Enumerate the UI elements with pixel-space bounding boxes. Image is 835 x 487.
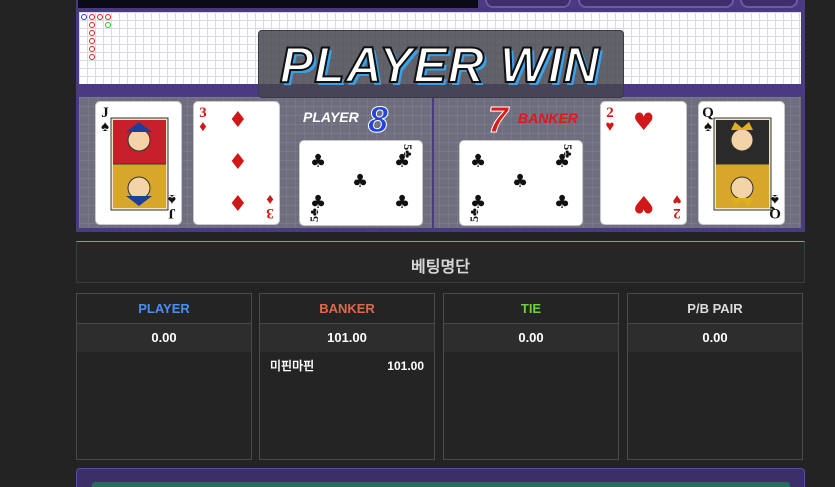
bet-column-header: TIE [444,294,618,324]
table-divider [432,88,434,230]
road-marker-banker [89,14,95,20]
bet-entry-user: 미핀마핀 [270,359,315,373]
player-score: 8 [367,99,389,141]
road-marker-banker [105,14,111,20]
road-marker-banker [89,38,95,44]
road-marker-player [81,14,87,20]
banker-card-2: 2 ♥ ♥ ♥ 2 ♥ [600,101,687,225]
banker-card-3: Q ♠ Q ♠ [698,101,785,225]
bet-column-header: PLAYER [77,294,251,324]
player-card-3: 5♣ ♣ ♣ ♣ ♣ ♣ 5♣ [299,140,423,226]
banker-label: BANKER [518,110,578,126]
road-marker-banker [89,22,95,28]
result-banner-text: PLAYER WIN [279,36,601,94]
top-tab-1[interactable] [485,0,571,8]
bet-column-pair: P/B PAIR 0.00 [627,293,803,460]
player-card-2: 3 ♦ ♦ ♦ ♦ 3 ♦ [193,101,280,225]
card-table [78,96,802,229]
bet-entry-amount: 101.00 [387,359,424,373]
bet-column-total: 0.00 [444,324,618,352]
player-label: PLAYER [303,109,359,125]
bet-column-banker: BANKER 101.00 미핀마핀 101.00 [259,293,435,460]
bet-column-player: PLAYER 0.00 [76,293,252,460]
road-marker-banker [97,14,103,20]
top-tab-3[interactable] [740,0,798,8]
bet-column-header: P/B PAIR [628,294,802,324]
player-card-1: J ♠ J ♠ [95,101,182,225]
bet-column-total: 0.00 [628,324,802,352]
road-marker-banker [89,30,95,36]
bet-column-tie: TIE 0.00 [443,293,619,460]
banker-card-1: 5♣ ♣ ♣ ♣ ♣ ♣ 5♣ [459,140,583,226]
top-bar [78,0,478,8]
road-marker-banker [89,46,95,52]
bet-list-title: 베팅명단 [411,257,470,276]
bottom-action-bar[interactable] [92,482,790,487]
bet-column-total: 101.00 [260,324,434,352]
bet-column-header: BANKER [260,294,434,324]
banker-score: 7 [487,99,509,141]
bet-entry-row: 미핀마핀 101.00 [260,352,434,380]
road-marker-tie [105,22,111,28]
top-tab-2[interactable] [578,0,734,8]
road-marker-banker [89,54,95,60]
bet-column-total: 0.00 [77,324,251,352]
